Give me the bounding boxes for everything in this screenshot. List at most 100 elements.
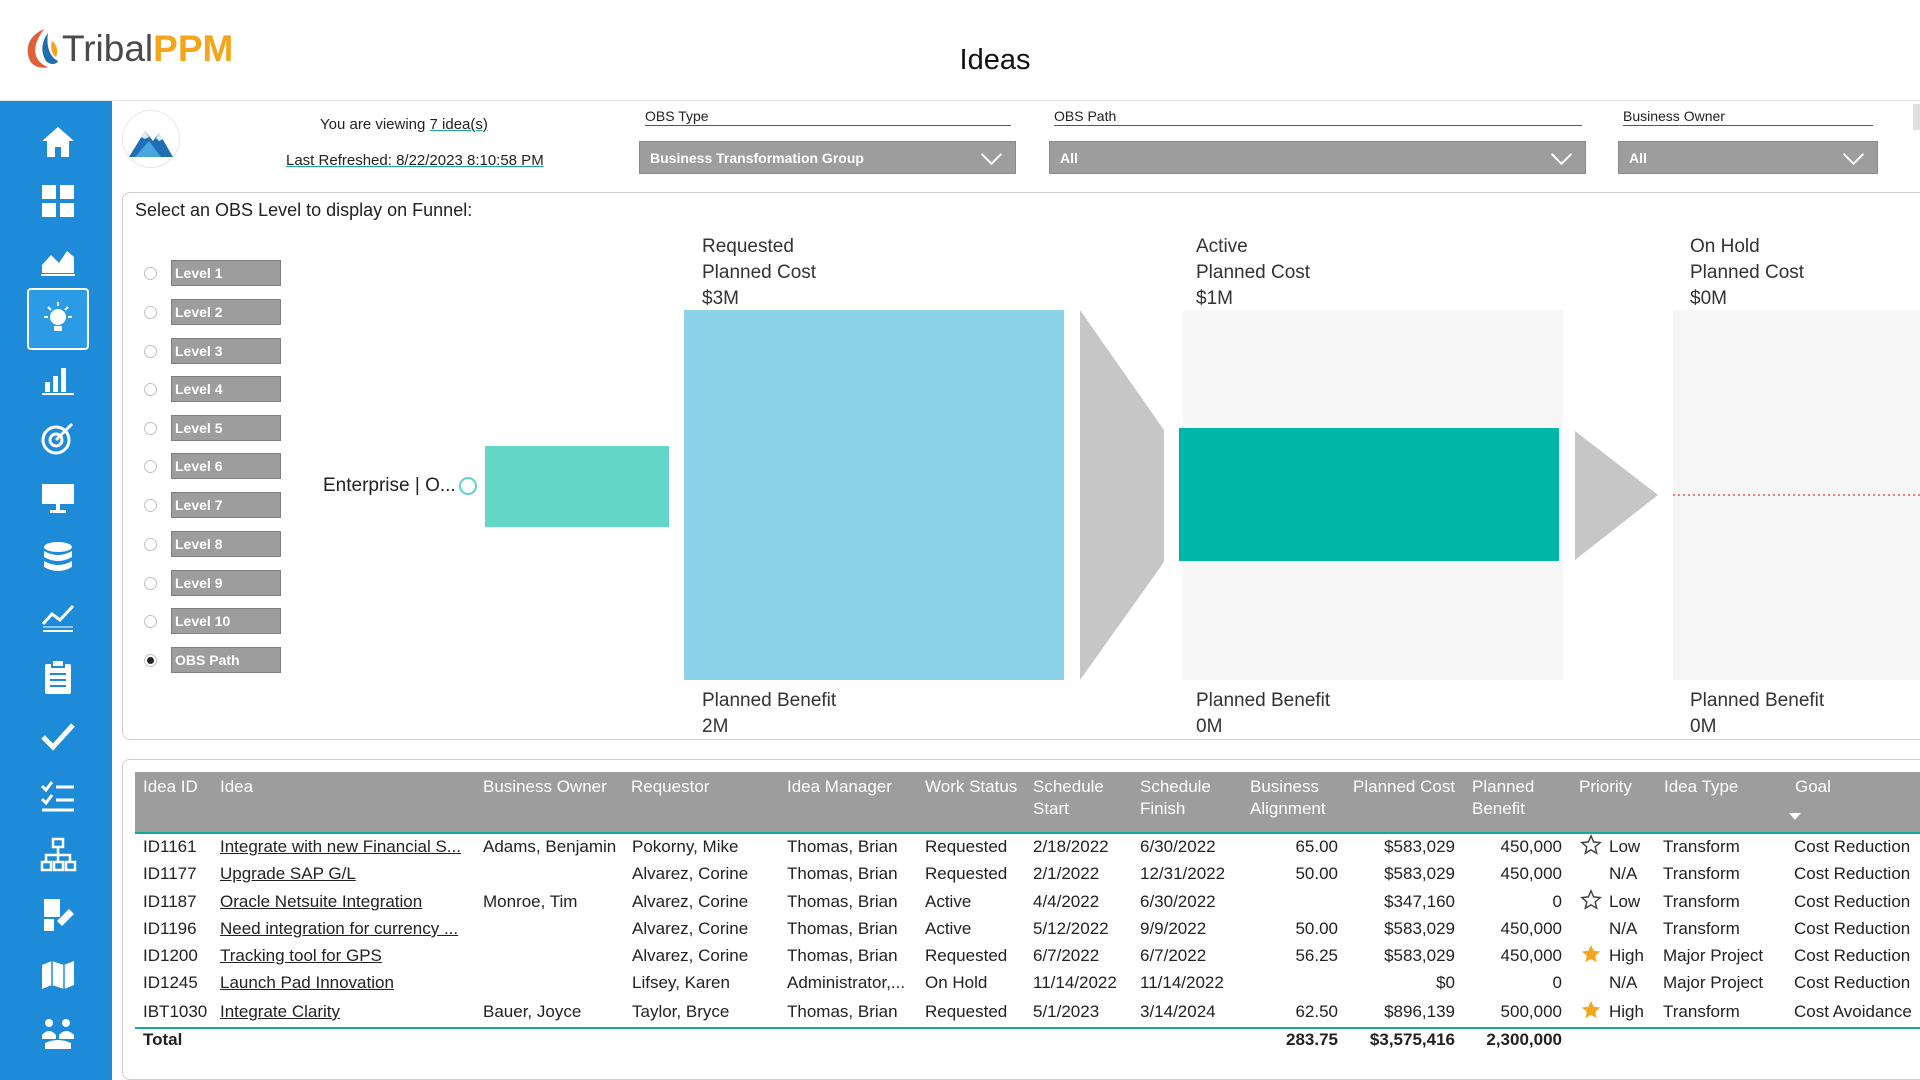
col-header-goal[interactable]: Goal [1795,776,1831,798]
level-radio-icon[interactable] [144,306,157,319]
obs-path-dropdown[interactable]: All [1049,141,1586,174]
nav-map[interactable] [27,943,89,1005]
cell-requestor: Alvarez, Corine [632,919,749,938]
level-radio-icon[interactable] [144,654,157,667]
level-radio-icon[interactable] [144,383,157,396]
obs-type-dropdown[interactable]: Business Transformation Group [639,141,1016,174]
nav-dashboard[interactable] [27,170,89,232]
cell-idea-link[interactable]: Need integration for currency ... [220,919,458,939]
level-radio-icon[interactable] [144,538,157,551]
level-button[interactable]: Level 5 [171,415,281,441]
col-header-idea[interactable]: Idea [220,776,253,798]
active-benefit-label: Planned Benefit [1196,690,1331,711]
level-button[interactable]: Level 10 [171,608,281,634]
active-cost-bar[interactable] [1179,428,1559,561]
viewing-suffix: idea(s) [437,116,488,133]
cell-business-alignment: 56.25 [1295,946,1338,965]
cell-schedule-start: 2/1/2022 [1033,864,1100,883]
cell-work-status: Active [925,919,972,938]
level-button[interactable]: Level 3 [171,338,281,364]
funnel-arrow-2 [1575,431,1658,560]
total-alignment: 283.75 [1286,1030,1338,1049]
level-radio-icon[interactable] [144,499,157,512]
nav-approvals[interactable] [27,705,89,767]
cell-schedule-finish: 6/7/2022 [1140,946,1207,965]
cell-idea-id: ID1196 [143,919,197,938]
level-button[interactable]: Level 9 [171,570,281,596]
cell-idea-link[interactable]: Integrate Clarity [220,1002,340,1022]
cell-business-alignment: 62.50 [1295,1002,1338,1021]
level-button[interactable]: Level 7 [171,492,281,518]
nav-org-chart[interactable] [27,824,89,886]
col-header-schedule-finish[interactable]: Schedule Finish [1140,776,1211,820]
cell-requestor: Alvarez, Corine [632,864,749,883]
col-header-requestor[interactable]: Requestor [631,776,709,798]
nav-bar-chart[interactable] [27,348,89,410]
requested-benefit-caption: Planned Benefit 2M [702,688,836,740]
nav-presentation[interactable] [27,467,89,529]
nav-area-chart[interactable] [27,229,89,291]
lightbulb-icon [44,302,72,331]
nav-people[interactable] [27,1003,89,1065]
col-header-priority[interactable]: Priority [1579,776,1632,798]
enterprise-label: Enterprise | O... [323,475,456,496]
enterprise-radio-icon[interactable] [459,477,477,495]
cell-idea-type: Transform [1663,864,1740,883]
cell-idea-link[interactable]: Tracking tool for GPS [220,946,382,966]
col-header-schedule-start[interactable]: Schedule Start [1033,776,1104,820]
col-header-business-alignment[interactable]: Business Alignment [1250,776,1326,820]
cell-schedule-finish: 11/14/2022 [1140,973,1224,992]
cell-planned-benefit: 450,000 [1500,919,1562,938]
col-header-work-status[interactable]: Work Status [925,776,1017,798]
cell-schedule-finish: 9/9/2022 [1140,919,1207,938]
level-radio-icon[interactable] [144,267,157,280]
col-header-business-owner[interactable]: Business Owner [483,776,607,798]
cell-schedule-finish: 6/30/2022 [1140,892,1216,911]
nav-clipboard[interactable] [27,646,89,708]
cell-idea-link[interactable]: Launch Pad Innovation [220,973,394,993]
level-button[interactable]: Level 4 [171,376,281,402]
cell-idea-link[interactable]: Integrate with new Financial S... [220,837,461,857]
header-divider [0,100,1920,101]
nav-roadmap[interactable] [27,884,89,946]
col-header-idea-id[interactable]: Idea ID [143,776,198,798]
level-button[interactable]: Level 2 [171,299,281,325]
requested-stage-caption: Requested Planned Cost $3M [702,234,816,312]
requested-cost-bar[interactable] [684,310,1064,680]
level-radio-icon[interactable] [144,577,157,590]
cell-work-status: Active [925,892,972,911]
level-radio-icon[interactable] [144,460,157,473]
col-header-planned-benefit[interactable]: Planned Benefit [1472,776,1534,820]
business-owner-dropdown[interactable]: All [1618,141,1878,174]
level-radio-icon[interactable] [144,345,157,358]
sort-desc-icon[interactable] [1789,813,1801,821]
nav-home[interactable] [27,111,89,173]
nav-ideas[interactable] [27,288,89,350]
cell-idea-id: IBT1030 [143,1002,208,1021]
level-radio-icon[interactable] [144,615,157,628]
col-header-idea-manager[interactable]: Idea Manager [787,776,892,798]
nav-trend[interactable] [27,586,89,648]
target-icon [41,422,74,455]
cell-idea-id: ID1161 [143,837,197,856]
nav-goals[interactable] [27,407,89,469]
col-header-planned-cost[interactable]: Planned Cost [1353,776,1455,798]
nav-checklist[interactable] [27,765,89,827]
cell-business-owner: Monroe, Tim [483,892,578,911]
level-button[interactable]: Level 1 [171,260,281,286]
level-button[interactable]: Level 8 [171,531,281,557]
viewing-count: 7 [429,116,438,133]
cell-idea-link[interactable]: Upgrade SAP G/L [220,864,356,884]
level-radio-icon[interactable] [144,422,157,435]
cell-idea-link[interactable]: Oracle Netsuite Integration [220,892,422,912]
cell-idea-type: Major Project [1663,946,1764,965]
cell-idea-type: Transform [1663,837,1740,856]
nav-database[interactable] [27,527,89,589]
cell-requestor: Lifsey, Karen [632,973,730,992]
col-header-idea-type[interactable]: Idea Type [1664,776,1738,798]
level-button[interactable]: Level 6 [171,453,281,479]
level-button[interactable]: OBS Path [171,647,281,673]
cell-idea-type: Transform [1663,919,1740,938]
cell-work-status: Requested [925,864,1008,883]
ideas-table-header [135,772,1920,832]
